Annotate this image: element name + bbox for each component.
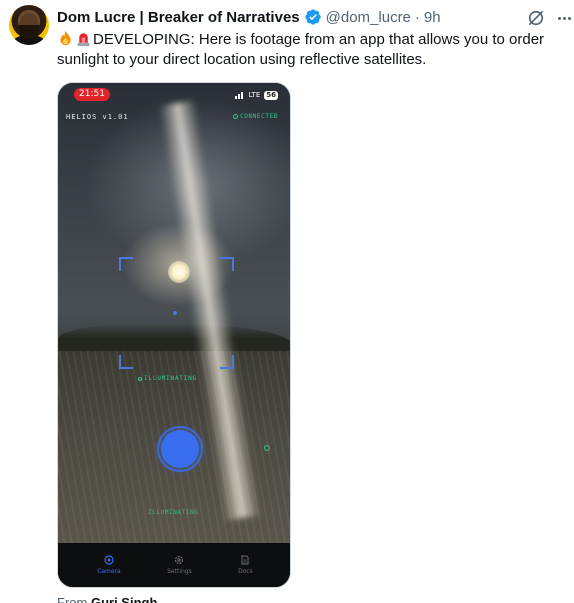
phone-clock: 21:51 (74, 88, 110, 101)
signal-icon (234, 91, 245, 99)
timestamp[interactable]: 9h (424, 9, 441, 26)
tweet: Dom Lucre | Breaker of Narratives @dom_l… (0, 0, 574, 603)
nav-docs[interactable]: Docs (238, 555, 253, 575)
nav-docs-label: Docs (238, 568, 253, 575)
rotating-light-emoji-icon (77, 33, 90, 47)
nav-settings-label: Settings (167, 568, 192, 575)
display-name[interactable]: Dom Lucre | Breaker of Narratives (57, 9, 300, 26)
phone-status-bar: LTE 56 (234, 89, 278, 101)
settings-icon (175, 555, 184, 565)
video-media[interactable]: 21:51 LTE 56 HELIOS v1.01 CONNECTED ILLU… (57, 82, 291, 588)
network-label: LTE (248, 91, 261, 99)
target-status-label: ILLUMINATING (138, 375, 197, 382)
shutter-button[interactable] (161, 430, 199, 468)
nav-camera-label: Camera (97, 568, 121, 575)
camera-icon (104, 555, 114, 565)
viewfinder-corner-icon (119, 355, 133, 369)
fire-emoji-icon (60, 30, 71, 46)
illuminating-status: ILLUMINATING (148, 509, 199, 516)
connected-status: CONNECTED (233, 113, 278, 120)
tweet-header: Dom Lucre | Breaker of Narratives @dom_l… (57, 7, 441, 27)
video-source-attribution[interactable]: From Guri Singh (57, 595, 157, 603)
viewfinder-corner-icon (220, 257, 234, 271)
crosshair-dot-icon (173, 311, 177, 315)
app-nav-bar: Camera Settings Docs (58, 543, 290, 587)
viewfinder-corner-icon (220, 355, 234, 369)
tweet-body: DEVELOPING: Here is footage from an app … (57, 31, 545, 68)
nav-camera[interactable]: Camera (97, 555, 121, 575)
more-options-icon[interactable] (554, 8, 574, 28)
source-author[interactable]: Guri Singh (91, 595, 157, 603)
docs-icon (241, 555, 249, 565)
grok-icon[interactable] (526, 8, 546, 28)
handle[interactable]: @dom_lucre (326, 9, 411, 26)
verified-badge-icon (304, 9, 321, 25)
viewfinder-corner-icon (119, 257, 133, 271)
avatar[interactable] (9, 5, 49, 45)
separator: · (414, 8, 420, 26)
tweet-text: DEVELOPING: Here is footage from an app … (57, 30, 562, 70)
sun-glow (168, 261, 190, 283)
status-dot-icon (138, 376, 142, 381)
app-title: HELIOS v1.01 (66, 113, 129, 121)
connected-dot-icon (233, 114, 239, 119)
battery-icon: 56 (264, 90, 278, 100)
nav-settings[interactable]: Settings (167, 555, 192, 575)
side-indicator-icon (264, 445, 270, 451)
